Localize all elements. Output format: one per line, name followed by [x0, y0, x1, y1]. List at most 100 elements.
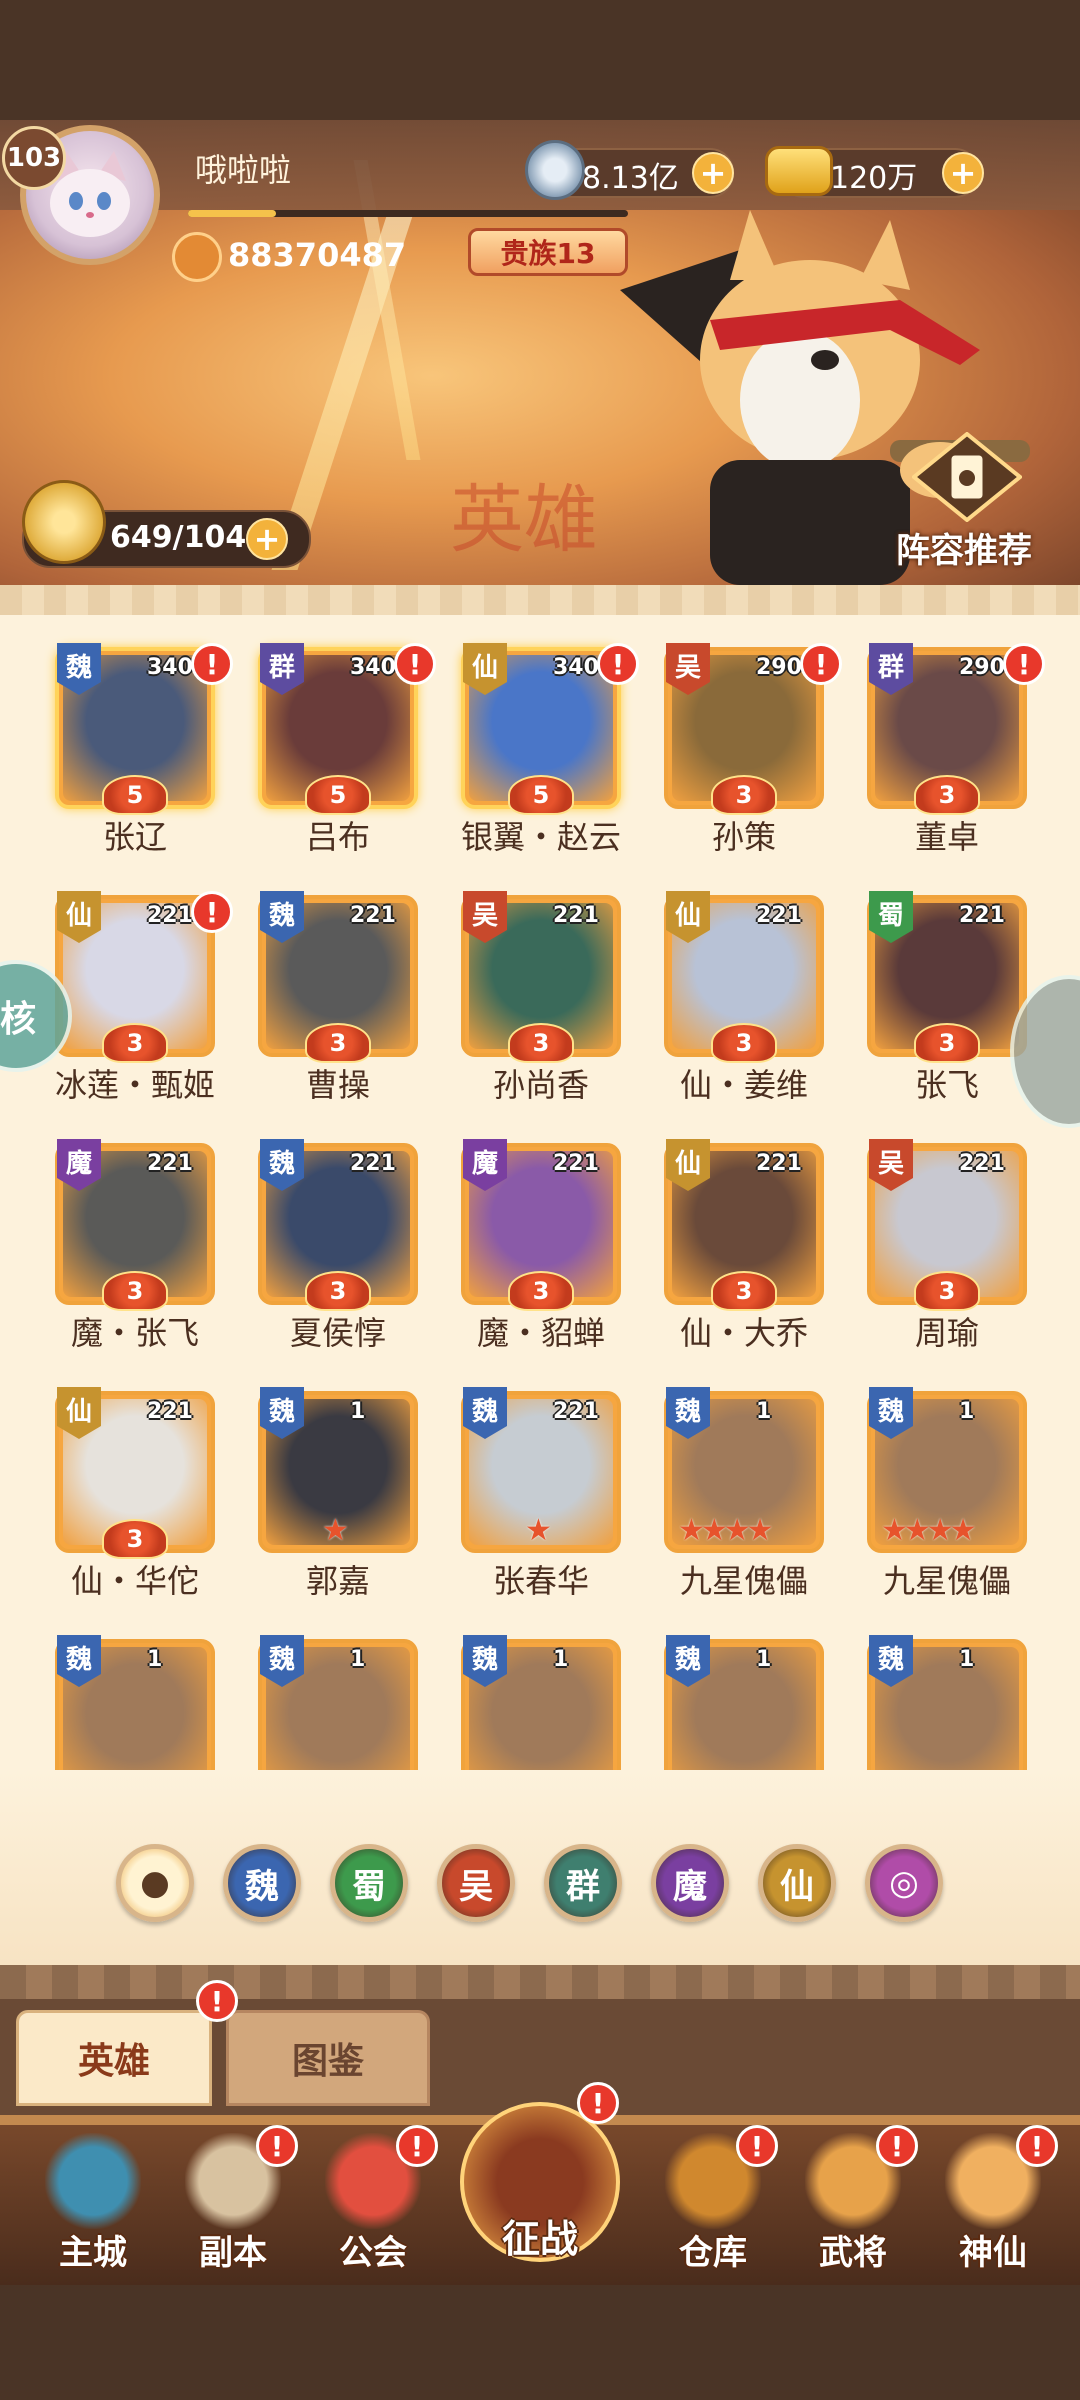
hero-name: 仙・华佗	[70, 1562, 199, 1600]
hero-name: 孙尚香	[492, 1066, 589, 1104]
hero-alert-badge: !	[1003, 643, 1045, 685]
nav-label: 主城	[59, 2233, 127, 2273]
star-icon: ★	[525, 1513, 552, 1548]
hero-level: 221	[350, 903, 396, 928]
hero-level: 340	[350, 655, 396, 680]
hero-level: 221	[147, 1399, 193, 1424]
nav-flag[interactable]: 公会!	[308, 2115, 438, 2285]
hero-level: 1	[350, 1399, 366, 1424]
nav-hero-cat[interactable]: 武将!	[788, 2115, 918, 2285]
nav-alert-badge: !	[1016, 2125, 1058, 2167]
nav-label: 武将	[819, 2233, 887, 2273]
coin-icon	[525, 140, 585, 200]
hero-name: 仙・大乔	[679, 1314, 808, 1352]
gold-amount: 120万	[830, 161, 918, 196]
nav-campaign[interactable]: 征战!	[455, 2080, 625, 2285]
hero-level: 1	[756, 1399, 772, 1424]
star-rank-badge: 3	[102, 1023, 168, 1063]
hero-name: 银翼・赵云	[460, 818, 621, 856]
hero-name: 魔・张飞	[70, 1314, 199, 1352]
hero-alert-badge: !	[394, 643, 436, 685]
add-coins-button[interactable]: +	[692, 152, 734, 194]
nav-castle[interactable]: 主城	[28, 2115, 158, 2285]
star-rank-badge: 3	[711, 775, 777, 815]
stamina-value: 649/1040	[110, 520, 268, 555]
star-icon: ★★★★	[678, 1513, 774, 1548]
faction-filter-button[interactable]: 魔	[651, 1844, 729, 1922]
hero-name: 九星傀儡	[679, 1562, 808, 1600]
paw-filter-button[interactable]: ●	[116, 1844, 194, 1922]
player-name: 哦啦啦	[195, 151, 292, 189]
star-rank-badge: 3	[914, 1023, 980, 1063]
hero-level: 221	[756, 903, 802, 928]
hero-name: 周瑜	[914, 1314, 979, 1352]
hero-alert-badge: !	[597, 643, 639, 685]
star-rank-badge: 3	[914, 775, 980, 815]
add-stamina-button[interactable]: +	[246, 518, 288, 560]
hero-name: 夏侯惇	[289, 1314, 386, 1352]
system-nav-area	[0, 2285, 1080, 2400]
hero-name: 冰莲・甄姬	[54, 1066, 215, 1104]
paw-icon: ●	[140, 1863, 170, 1903]
hero-level: 290	[959, 655, 1005, 680]
star-rank-badge: 5	[102, 775, 168, 815]
nav-alert-badge: !	[736, 2125, 778, 2167]
hero-name: 郭嘉	[305, 1562, 370, 1600]
star-rank-badge: 5	[508, 775, 574, 815]
star-rank-badge: 3	[711, 1271, 777, 1311]
hero-level: 221	[553, 1151, 599, 1176]
nav-alert-badge: !	[577, 2082, 619, 2124]
hero-level: 340	[553, 655, 599, 680]
hero-name: 仙・姜维	[679, 1066, 808, 1104]
hero-level: 1	[147, 1647, 163, 1672]
nav-label: 公会	[339, 2233, 407, 2273]
tab-hero[interactable]: 英雄	[16, 2010, 212, 2106]
faction-filter-button[interactable]: 群	[544, 1844, 622, 1922]
star-icon: ★★★★	[881, 1513, 977, 1548]
hero-name: 张春华	[492, 1562, 589, 1600]
star-rank-badge: 3	[305, 1271, 371, 1311]
star-rank-badge: 3	[305, 1023, 371, 1063]
lineup-recommend-label[interactable]: 阵容推荐	[896, 523, 1032, 572]
faction-filter-button[interactable]: 仙	[758, 1844, 836, 1922]
hero-level: 221	[350, 1151, 396, 1176]
hero-alert-badge: !	[800, 643, 842, 685]
castle-icon	[45, 2133, 141, 2229]
faction-filter-button[interactable]: 吴	[437, 1844, 515, 1922]
swirl-filter-button[interactable]: ◎	[865, 1844, 943, 1922]
hero-name: 张辽	[102, 818, 167, 856]
nav-sword[interactable]: 副本!	[168, 2115, 298, 2285]
player-level-badge: 103	[2, 126, 66, 190]
nav-alert-badge: !	[876, 2125, 918, 2167]
hero-level: 1	[553, 1647, 569, 1672]
star-rank-badge: 3	[508, 1023, 574, 1063]
hero-level: 221	[147, 1151, 193, 1176]
lineup-recommend-icon[interactable]	[912, 432, 1022, 522]
nav-label: 神仙	[959, 2233, 1027, 2273]
hero-level: 221	[959, 1151, 1005, 1176]
nav-label: 仓库	[679, 2233, 747, 2273]
faction-filter-button[interactable]: 蜀	[330, 1844, 408, 1922]
hero-level: 221	[756, 1151, 802, 1176]
paw-icon	[172, 232, 222, 282]
nav-label: 征战	[501, 2217, 578, 2261]
combat-power: 88370487	[228, 236, 407, 274]
nav-deity-cat[interactable]: 神仙!	[928, 2115, 1058, 2285]
star-rank-badge: 3	[508, 1271, 574, 1311]
swirl-icon: ◎	[889, 1863, 919, 1903]
faction-filter-button[interactable]: 魏	[223, 1844, 301, 1922]
hero-alert-badge: !	[191, 891, 233, 933]
hero-level: 1	[756, 1647, 772, 1672]
nav-alert-badge: !	[396, 2125, 438, 2167]
tab-guide[interactable]: 图鉴	[226, 2010, 430, 2106]
star-rank-badge: 3	[102, 1271, 168, 1311]
add-gold-button[interactable]: +	[942, 152, 984, 194]
hero-alert-badge: !	[191, 643, 233, 685]
hero-name: 吕布	[305, 818, 370, 856]
gold-ingot-icon	[765, 146, 833, 196]
nav-bag[interactable]: 仓库!	[648, 2115, 778, 2285]
core-side-label[interactable]: 核	[0, 990, 36, 1042]
hero-name: 孙策	[711, 818, 776, 856]
hero-level: 221	[553, 1399, 599, 1424]
nav-label: 副本	[199, 2233, 267, 2273]
